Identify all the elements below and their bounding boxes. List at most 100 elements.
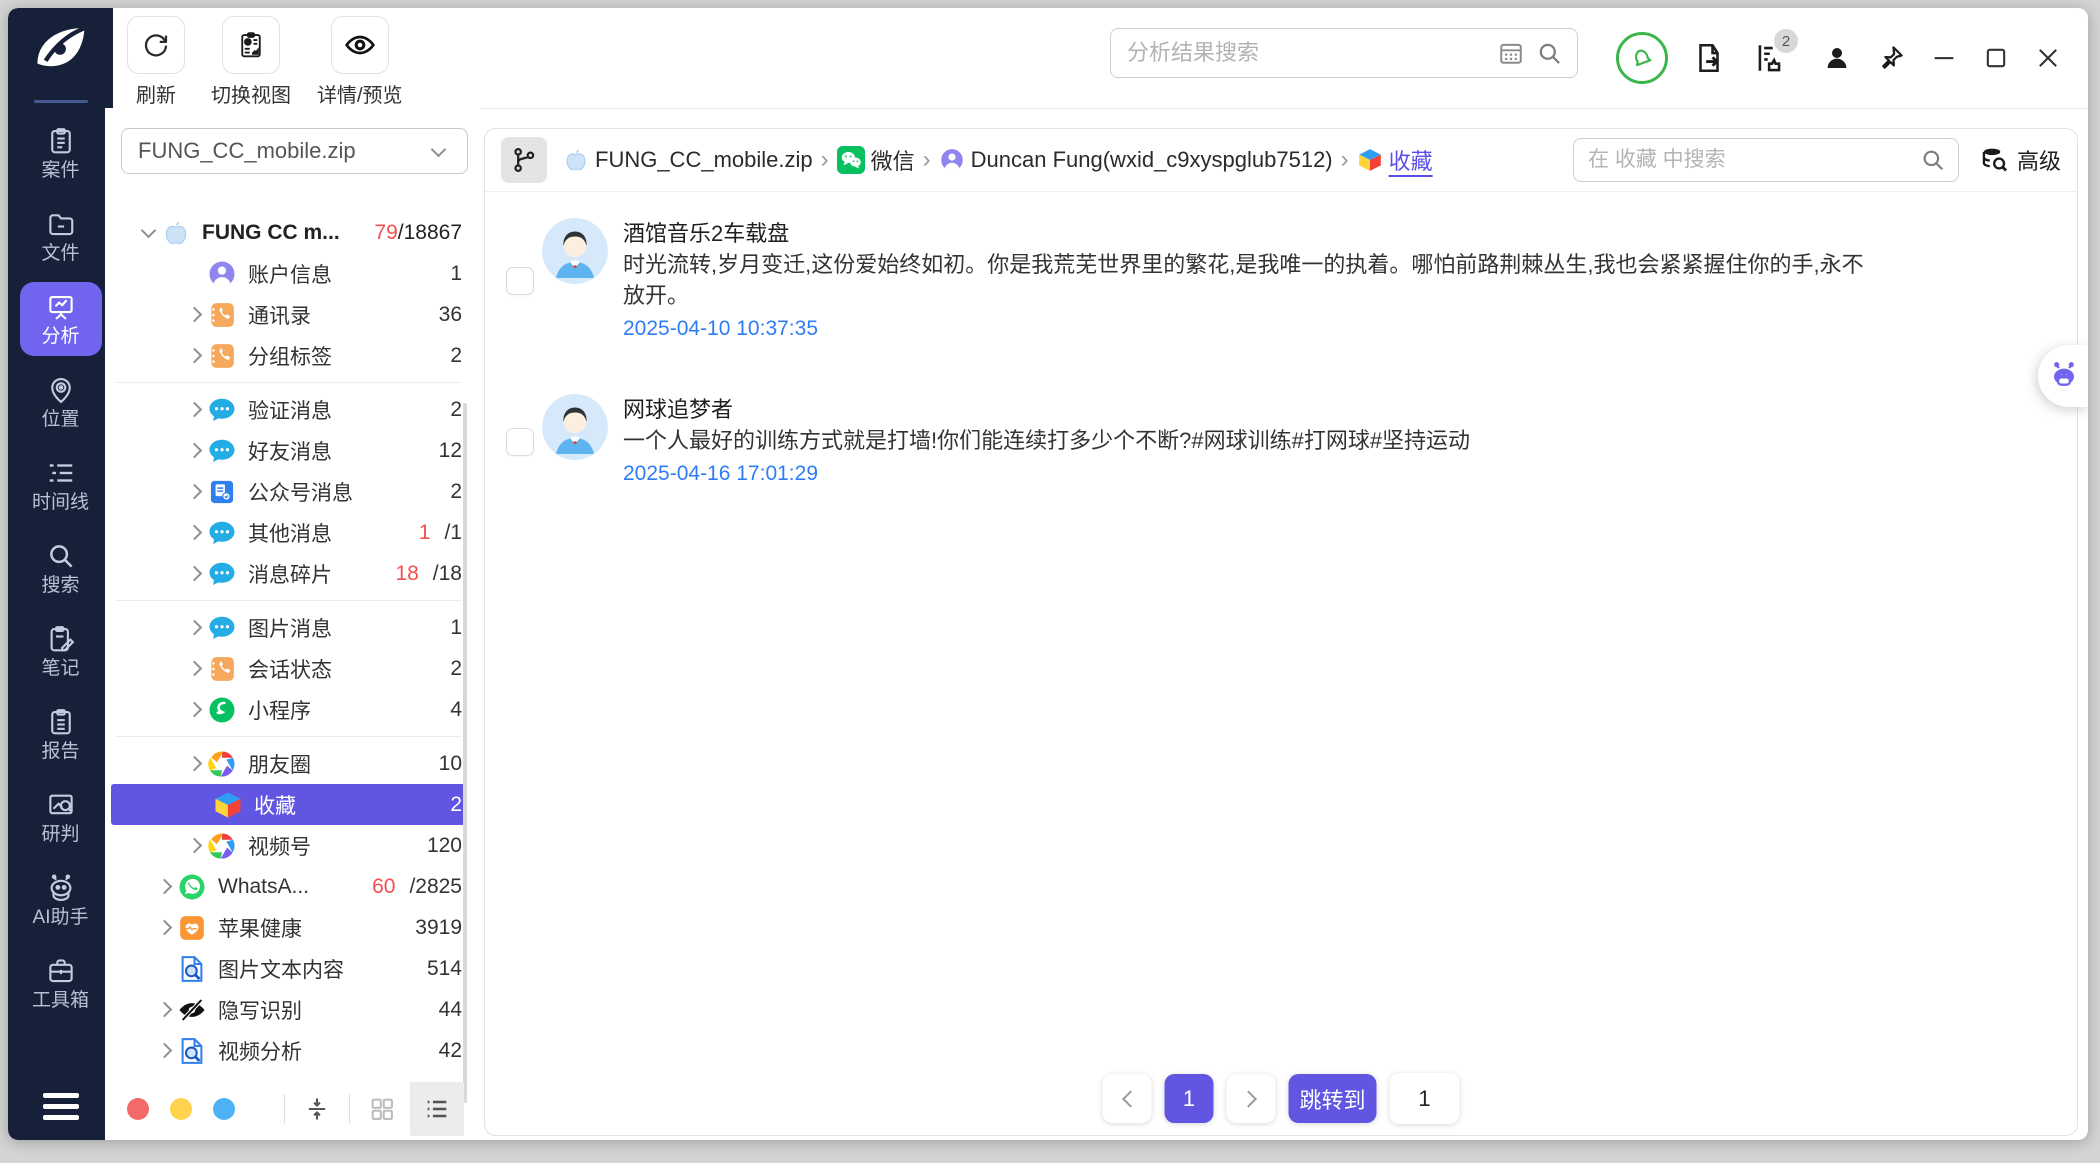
chevron-right-icon[interactable] <box>181 840 207 851</box>
refresh-button[interactable]: 刷新 <box>127 16 185 108</box>
sidebar-item-judge[interactable]: 研判 <box>20 780 102 854</box>
tree-item-contacts[interactable]: 通讯录 36 <box>105 294 480 335</box>
sidebar-item-timeline[interactable]: 时间线 <box>20 448 102 522</box>
tree-item-channels[interactable]: 视频号 120 <box>105 825 480 866</box>
report-review-icon[interactable]: 2 <box>1750 41 1784 75</box>
chevron-right-icon[interactable] <box>151 1004 177 1015</box>
breadcrumb-item-account[interactable]: Duncan Fung(wxid_c9xyspglub7512) <box>939 147 1333 173</box>
tree-item-root[interactable]: FUNG CC m... 79/18867 <box>105 212 480 253</box>
filter-dot-yellow[interactable] <box>170 1098 192 1120</box>
total-count: 4 <box>450 698 462 722</box>
chevron-right-icon[interactable] <box>181 758 207 769</box>
tree-item-message-fragments[interactable]: 消息碎片 18/18 <box>105 553 480 594</box>
list-item[interactable]: 网球追梦者 一个人最好的训练方式就是打墙!你们能连续打多少个不断?#网球训练#打… <box>506 394 2047 489</box>
close-button[interactable] <box>2034 44 2062 72</box>
detail-preview-button[interactable]: 详情/预览 <box>317 16 403 108</box>
maximize-button[interactable] <box>1982 44 2010 72</box>
list-item[interactable]: 酒馆音乐2车载盘 时光流转,岁月变迁,这份爱始终如初。你是我荒芜世界里的繁花,是… <box>506 218 2047 344</box>
export-icon[interactable] <box>1692 41 1726 75</box>
chevron-right-icon[interactable] <box>181 350 207 361</box>
chevron-right-icon[interactable] <box>181 622 207 633</box>
tree-item-label: WhatsA... <box>218 875 309 899</box>
chevron-right-icon[interactable] <box>181 309 207 320</box>
tree-item-friend-messages[interactable]: 好友消息 12 <box>105 430 480 471</box>
tree-item-other-messages[interactable]: 其他消息 1/1 <box>105 512 480 553</box>
tree-item-account-info[interactable]: 账户信息 1 <box>105 253 480 294</box>
sidebar-item-analysis[interactable]: 分析 <box>20 282 102 356</box>
tree-item-mini-programs[interactable]: 小程序 4 <box>105 689 480 730</box>
breadcrumb-item-archive[interactable]: FUNG_CC_mobile.zip <box>563 147 813 173</box>
sidebar-item-ai-assistant[interactable]: AI助手 <box>20 863 102 937</box>
next-page-button[interactable] <box>1227 1074 1276 1123</box>
sidebar-item-report[interactable]: 报告 <box>20 697 102 771</box>
chevron-right-icon[interactable] <box>181 568 207 579</box>
advanced-search-button[interactable]: 高级 <box>1981 144 2061 176</box>
tree-scrollbar[interactable] <box>463 403 467 1103</box>
page-button-current[interactable]: 1 <box>1165 1074 1214 1123</box>
user-icon[interactable] <box>1822 43 1852 73</box>
breadcrumb-item-favorites[interactable]: 收藏 <box>1357 144 1433 176</box>
breadcrumb-item-wechat[interactable]: 微信 <box>837 144 915 176</box>
total-count: 42 <box>439 1039 462 1063</box>
chevron-down-icon[interactable] <box>135 229 161 236</box>
collapse-all-icon[interactable] <box>299 1091 335 1127</box>
tree-item-moments[interactable]: 朋友圈 10 <box>105 743 480 784</box>
grid-view-icon[interactable] <box>364 1091 400 1127</box>
minimize-button[interactable] <box>1930 44 1958 72</box>
notification-icon[interactable] <box>1616 32 1668 84</box>
sidebar-item-label: 工具箱 <box>32 991 89 1010</box>
jump-to-button[interactable]: 跳转到 <box>1289 1074 1377 1123</box>
search-icon[interactable] <box>1920 147 1946 173</box>
search-icon[interactable] <box>1536 40 1563 67</box>
chevron-right-icon[interactable] <box>181 486 207 497</box>
total-count: 2 <box>450 398 462 422</box>
evidence-source-value: FUNG_CC_mobile.zip <box>138 138 425 164</box>
sidebar-item-toolbox[interactable]: 工具箱 <box>20 946 102 1020</box>
evidence-source-dropdown[interactable]: FUNG_CC_mobile.zip <box>121 128 468 174</box>
sidebar-item-case[interactable]: 案件 <box>20 116 102 190</box>
filter-dot-blue[interactable] <box>213 1098 235 1120</box>
breadcrumb-label: 微信 <box>871 144 915 176</box>
menu-icon[interactable] <box>8 1093 113 1120</box>
tree-item-official-account-messages[interactable]: 公众号消息 2 <box>105 471 480 512</box>
tree-item-verify-messages[interactable]: 验证消息 2 <box>105 389 480 430</box>
item-checkbox[interactable] <box>506 267 534 295</box>
jump-page-input[interactable] <box>1390 1073 1460 1124</box>
branch-view-button[interactable] <box>501 137 547 183</box>
chevron-right-icon[interactable] <box>181 445 207 456</box>
tree-item-whatsapp[interactable]: WhatsA... 60/2825 <box>105 866 480 907</box>
chevron-right-icon[interactable] <box>181 527 207 538</box>
pin-icon[interactable] <box>1876 43 1906 73</box>
tree-item-steganography[interactable]: 隐写识别 44 <box>105 989 480 1030</box>
filter-dot-red[interactable] <box>127 1098 149 1120</box>
tree-item-favorites[interactable]: 收藏 2 <box>111 784 466 825</box>
scoped-search-input[interactable] <box>1586 147 1920 173</box>
tree-item-image-messages[interactable]: 图片消息 1 <box>105 607 480 648</box>
sidebar-item-files[interactable]: 文件 <box>20 199 102 273</box>
chevron-right-icon[interactable] <box>151 922 177 933</box>
item-timestamp[interactable]: 2025-04-16 17:01:29 <box>623 458 1470 489</box>
tree-item-image-text-content[interactable]: 图片文本内容 514 <box>105 948 480 989</box>
chevron-right-icon[interactable] <box>181 663 207 674</box>
tree-item-session-status[interactable]: 会话状态 2 <box>105 648 480 689</box>
list-view-button[interactable] <box>410 1082 464 1136</box>
tree-item-video-analysis[interactable]: 视频分析 42 <box>105 1030 480 1071</box>
tree-item-group-tags[interactable]: 分组标签 2 <box>105 335 480 376</box>
chevron-right-icon[interactable] <box>151 881 177 892</box>
chevron-right-icon[interactable] <box>181 704 207 715</box>
chevron-right-icon[interactable] <box>181 404 207 415</box>
chevron-right-icon[interactable] <box>151 1045 177 1056</box>
sidebar-item-notes[interactable]: 笔记 <box>20 614 102 688</box>
tree-item-apple-health[interactable]: 苹果健康 3919 <box>105 907 480 948</box>
global-search-input[interactable] <box>1125 39 1486 67</box>
prev-page-button[interactable] <box>1103 1074 1152 1123</box>
switch-view-button[interactable]: 切换视图 <box>211 16 291 108</box>
breadcrumb: FUNG_CC_mobile.zip › 微信 › Duncan Fung(wx… <box>563 144 1433 176</box>
sidebar-item-search[interactable]: 搜索 <box>20 531 102 605</box>
sidebar-item-location[interactable]: 位置 <box>20 365 102 439</box>
contacts-icon <box>207 300 237 330</box>
tree-item-label: 苹果健康 <box>218 913 302 943</box>
item-timestamp[interactable]: 2025-04-10 10:37:35 <box>623 313 1868 344</box>
calendar-icon[interactable] <box>1498 40 1524 66</box>
item-checkbox[interactable] <box>506 428 534 456</box>
